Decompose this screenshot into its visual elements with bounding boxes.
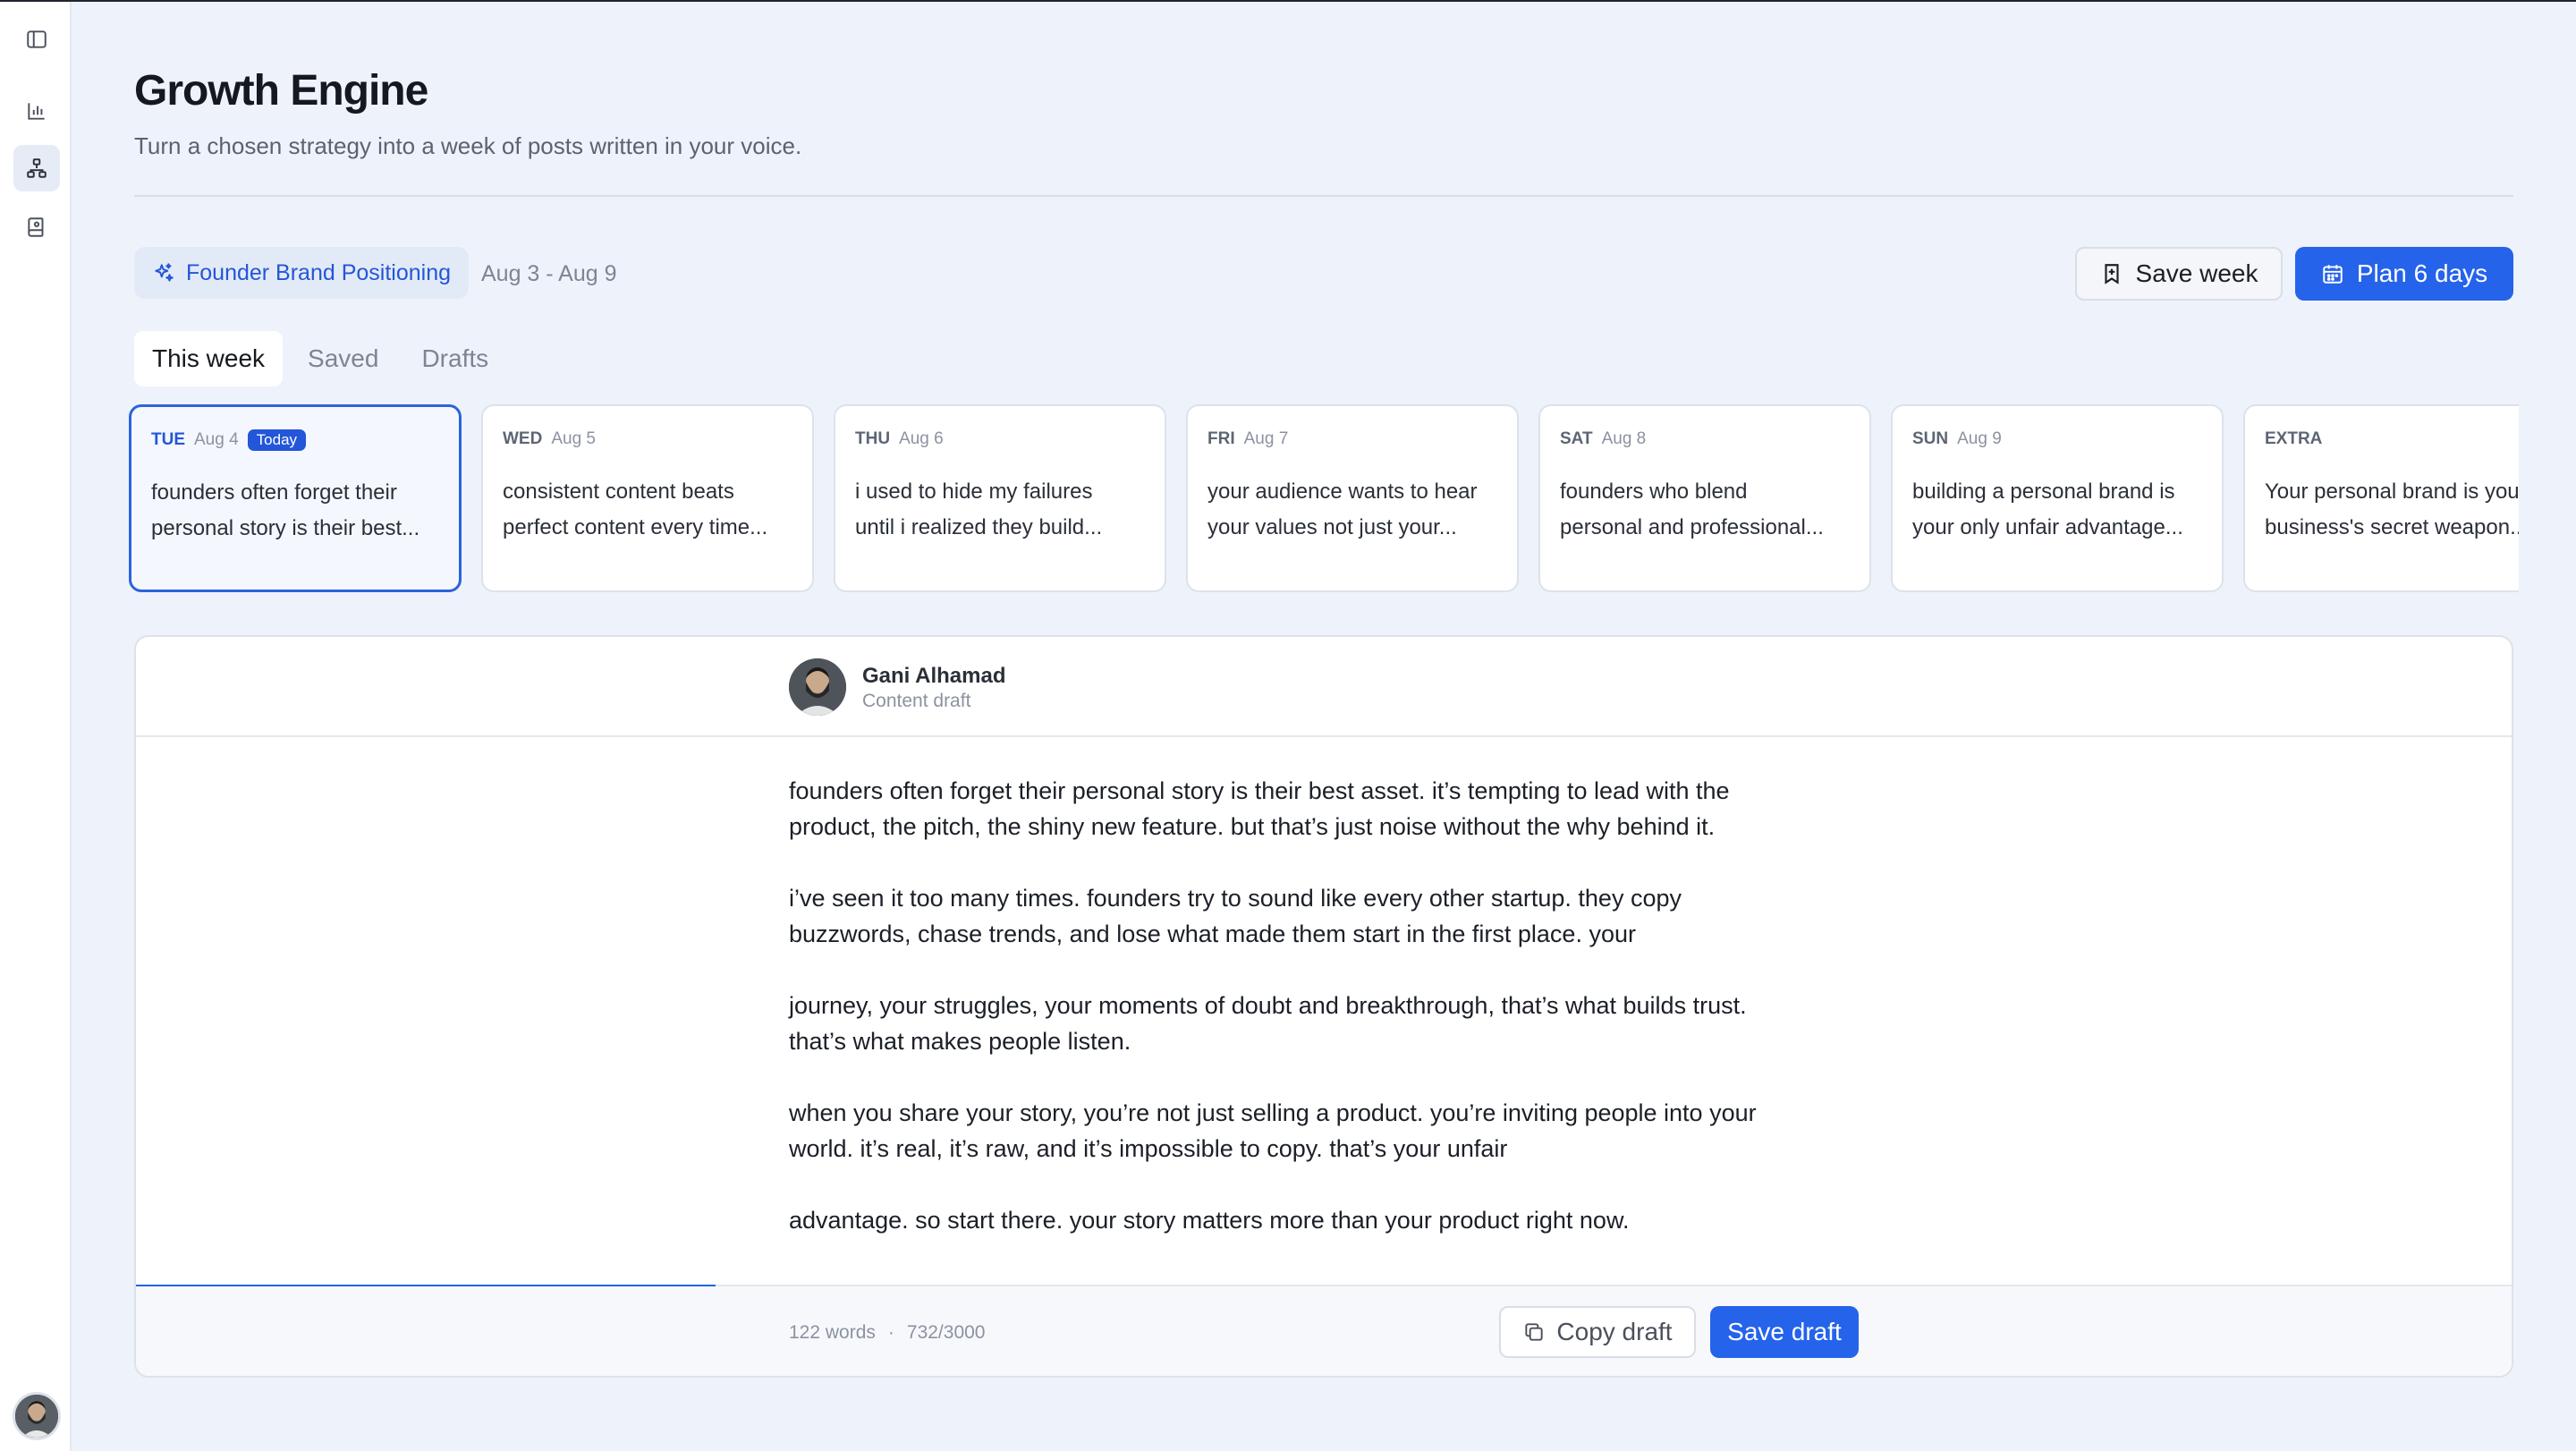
draft-line: buzzwords, chase trends, and lose what m… xyxy=(789,921,1636,947)
save-week-button[interactable]: Save week xyxy=(2075,247,2283,301)
char-count: 732/3000 xyxy=(906,1322,986,1343)
sidebar-item-library[interactable] xyxy=(13,204,60,250)
save-week-label: Save week xyxy=(2135,259,2258,287)
draft-line: i’ve seen it too many times. founders tr… xyxy=(789,885,1682,912)
tab-drafts[interactable]: Drafts xyxy=(403,331,506,386)
draft-stats: 122 words · 732/3000 xyxy=(789,1322,985,1344)
card-preview-line-1: founders who blend xyxy=(1560,479,1748,504)
sidebar-toggle-icon xyxy=(27,30,47,48)
card-date: Aug 5 xyxy=(551,429,596,448)
avatar-face-icon xyxy=(15,1395,58,1438)
card-preview-line-1: founders often forget their xyxy=(151,480,397,505)
sidebar-toggle-button[interactable] xyxy=(13,16,60,63)
header-divider xyxy=(134,195,2513,197)
day-card-wed[interactable]: WED Aug 5 consistent content beats perfe… xyxy=(481,404,814,592)
plan-days-button[interactable]: Plan 6 days xyxy=(2295,247,2513,301)
tab-this-week[interactable]: This week xyxy=(134,331,284,386)
sidebar-item-growth-engine[interactable] xyxy=(13,145,60,191)
author-role: Content draft xyxy=(862,691,971,711)
card-date: Aug 9 xyxy=(1957,429,2002,448)
day-card-sat[interactable]: SAT Aug 8 founders who blend personal an… xyxy=(1538,404,1871,592)
card-day: SUN xyxy=(1912,429,1949,448)
editor-header: Gani Alhamad Content draft xyxy=(136,637,2512,737)
copy-icon xyxy=(1525,1323,1544,1341)
author-face-icon xyxy=(789,658,846,716)
card-day: WED xyxy=(503,429,543,448)
draft-line: journey, your struggles, your moments of… xyxy=(789,992,1747,1019)
draft-editor: Gani Alhamad Content draft founders ofte… xyxy=(134,635,2513,1378)
draft-line: advantage. so start there. your story ma… xyxy=(789,1207,1630,1234)
draft-paragraph: when you share your story, you’re not ju… xyxy=(789,1095,1862,1167)
chart-icon xyxy=(28,103,45,120)
card-preview-line-1: your audience wants to hear xyxy=(1208,479,1478,504)
day-card-extra[interactable]: EXTRA Your personal brand is your busine… xyxy=(2243,404,2519,592)
sparkles-icon xyxy=(155,263,174,282)
date-range: Aug 3 - Aug 9 xyxy=(481,261,617,286)
today-badge: Today xyxy=(247,429,307,451)
author-avatar xyxy=(789,658,846,716)
plan-days-label: Plan 6 days xyxy=(2356,259,2488,287)
card-preview-line-1: i used to hide my failures xyxy=(855,479,1093,504)
card-preview-line-2: personal and professional... xyxy=(1560,515,1824,539)
card-day: THU xyxy=(855,429,891,448)
card-day: TUE xyxy=(151,430,185,449)
card-date: Aug 8 xyxy=(1601,429,1647,448)
card-date: Aug 6 xyxy=(899,429,944,448)
page-title: Growth Engine xyxy=(134,67,428,115)
main-content: Growth Engine Turn a chosen strategy int… xyxy=(129,0,2519,1451)
card-preview-line-1: consistent content beats xyxy=(503,479,734,504)
editor-footer: 122 words · 732/3000 Copy draft Save dra… xyxy=(136,1286,2512,1376)
day-card-sun[interactable]: SUN Aug 9 building a personal brand is y… xyxy=(1891,404,2224,592)
draft-line: world. it’s real, it’s raw, and it’s imp… xyxy=(789,1135,1508,1162)
card-preview-line-2: business's secret weapon... xyxy=(2265,515,2519,539)
view-tabs: This week Saved Drafts xyxy=(134,331,506,386)
strategy-name: Founder Brand Positioning xyxy=(186,259,452,285)
card-preview-line-2: your only unfair advantage... xyxy=(1912,515,2183,539)
draft-line: that’s what makes people listen. xyxy=(789,1028,1131,1055)
card-preview-line-2: perfect content every time... xyxy=(503,515,768,539)
author-name: Gani Alhamad xyxy=(862,664,1006,688)
draft-text-area[interactable]: founders often forget their personal sto… xyxy=(789,773,1862,1274)
card-preview-line-1: Your personal brand is your xyxy=(2265,479,2519,504)
day-card-thu[interactable]: THU Aug 6 i used to hide my failures unt… xyxy=(834,404,1166,592)
bookmark-icon xyxy=(2104,264,2119,284)
sidebar xyxy=(0,2,72,1451)
tab-saved[interactable]: Saved xyxy=(290,331,396,386)
user-avatar[interactable] xyxy=(13,1392,61,1440)
strategy-chip[interactable]: Founder Brand Positioning xyxy=(134,247,470,299)
save-draft-button[interactable]: Save draft xyxy=(1710,1306,1859,1358)
card-day: FRI xyxy=(1208,429,1235,448)
draft-line: when you share your story, you’re not ju… xyxy=(789,1099,1757,1126)
hierarchy-icon xyxy=(27,158,47,178)
card-date: Aug 4 xyxy=(194,430,239,449)
page-subtitle: Turn a chosen strategy into a week of po… xyxy=(134,132,802,159)
calendar-icon xyxy=(2323,265,2343,284)
notebook-icon xyxy=(28,217,44,237)
card-preview-line-1: building a personal brand is xyxy=(1912,479,2175,504)
draft-paragraph: journey, your struggles, your moments of… xyxy=(789,988,1862,1059)
day-card-fri[interactable]: FRI Aug 7 your audience wants to hear yo… xyxy=(1186,404,1519,592)
draft-paragraph: i’ve seen it too many times. founders tr… xyxy=(789,880,1862,952)
draft-line: founders often forget their personal sto… xyxy=(789,777,1730,804)
day-cards: TUE Aug 4 Today founders often forget th… xyxy=(129,404,2519,592)
draft-line: product, the pitch, the shiny new featur… xyxy=(789,813,1716,840)
stats-separator: · xyxy=(887,1322,894,1343)
sidebar-item-analytics[interactable] xyxy=(13,88,60,134)
card-preview-line-2: your values not just your... xyxy=(1208,515,1457,539)
card-day: SAT xyxy=(1560,429,1593,448)
card-day: EXTRA xyxy=(2265,429,2323,448)
copy-draft-button[interactable]: Copy draft xyxy=(1499,1306,1696,1358)
card-preview-line-2: until i realized they build... xyxy=(855,515,1103,539)
card-date: Aug 7 xyxy=(1243,429,1289,448)
day-card-tue[interactable]: TUE Aug 4 Today founders often forget th… xyxy=(129,404,462,592)
card-preview-line-2: personal story is their best... xyxy=(151,516,420,540)
draft-paragraph: founders often forget their personal sto… xyxy=(789,773,1862,844)
word-count: 122 words xyxy=(789,1322,876,1343)
copy-draft-label: Copy draft xyxy=(1556,1318,1673,1345)
draft-paragraph: advantage. so start there. your story ma… xyxy=(789,1202,1862,1238)
